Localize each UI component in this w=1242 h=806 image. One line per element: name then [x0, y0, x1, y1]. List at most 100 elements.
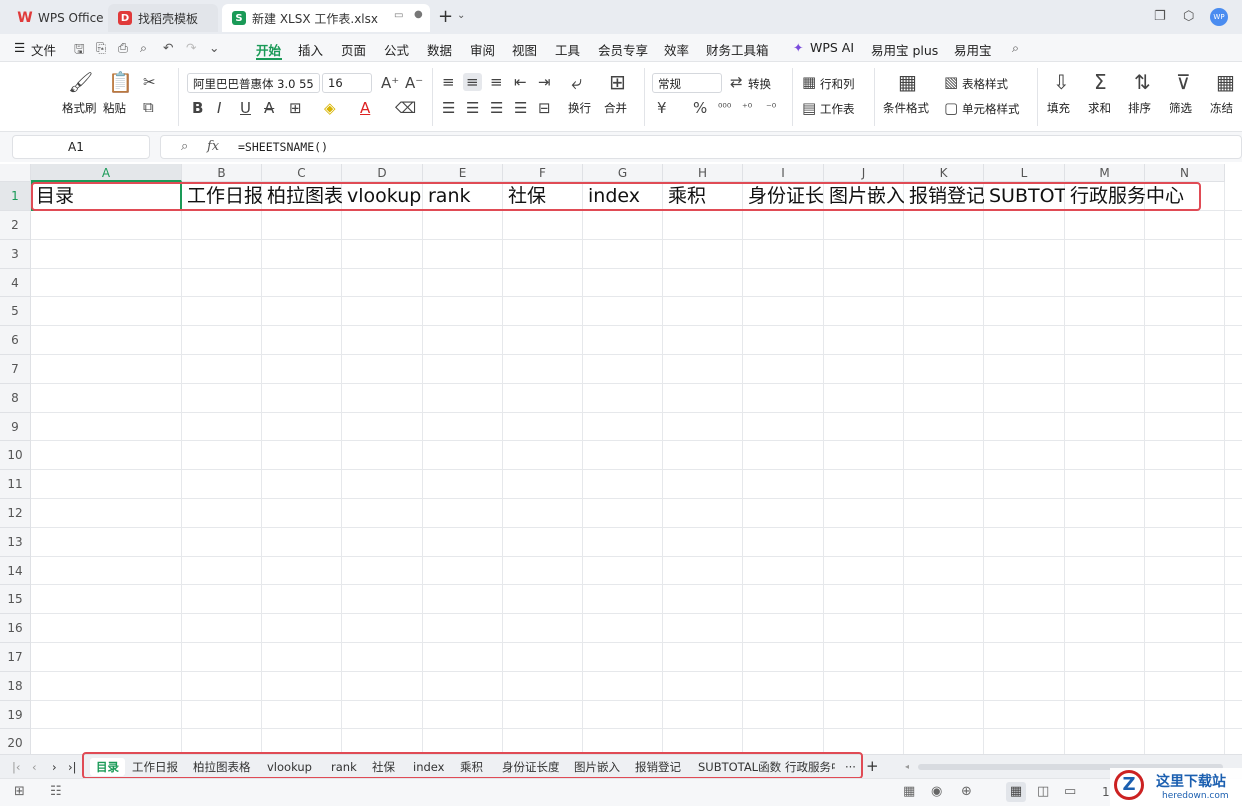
- sum-button[interactable]: 求和: [1088, 100, 1111, 116]
- row-header-17[interactable]: 17: [0, 643, 31, 672]
- align-middle-icon[interactable]: ≡: [463, 73, 482, 91]
- column-header-e[interactable]: E: [423, 164, 503, 182]
- filter-icon[interactable]: ⊽: [1176, 72, 1191, 92]
- page-break-icon[interactable]: ▭: [1064, 784, 1076, 799]
- scroll-left-icon[interactable]: ◂: [905, 758, 909, 776]
- last-sheet-icon[interactable]: ›|: [68, 758, 76, 776]
- cell-style-icon[interactable]: ▢: [944, 100, 958, 116]
- row-header-13[interactable]: 13: [0, 527, 31, 557]
- freeze-icon[interactable]: ▦: [1216, 72, 1235, 92]
- column-header-f[interactable]: F: [503, 164, 583, 182]
- number-format-select[interactable]: 常规: [652, 73, 722, 93]
- column-header-a[interactable]: A: [31, 164, 182, 182]
- row-header-9[interactable]: 9: [0, 412, 31, 442]
- currency-button[interactable]: ¥: [657, 100, 667, 116]
- column-header-k[interactable]: K: [904, 164, 984, 182]
- unsaved-dot-icon[interactable]: ●: [414, 9, 423, 20]
- align-bottom-icon[interactable]: ≡: [490, 74, 503, 90]
- column-header-i[interactable]: I: [743, 164, 824, 182]
- align-right-icon[interactable]: ☰: [490, 100, 503, 116]
- tab-yiyongbao[interactable]: 易用宝: [954, 40, 992, 59]
- column-header-m[interactable]: M: [1065, 164, 1145, 182]
- table-style-button[interactable]: 表格样式: [962, 76, 1008, 92]
- border-icon[interactable]: ⊞: [289, 100, 302, 116]
- monitor-icon[interactable]: ▭: [394, 10, 403, 21]
- zoom-level[interactable]: 1: [1102, 785, 1110, 799]
- decimal-decrease-icon[interactable]: ⁻⁰: [766, 100, 776, 116]
- wrap-button[interactable]: 换行: [568, 100, 591, 116]
- formula-input[interactable]: =SHEETSNAME(): [238, 140, 328, 154]
- tab-view[interactable]: 视图: [512, 40, 537, 59]
- italic-button[interactable]: I: [217, 100, 221, 116]
- tab-finance-tools[interactable]: 财务工具箱: [706, 40, 769, 59]
- format-painter-icon[interactable]: 🖌: [68, 72, 93, 92]
- print-preview-icon[interactable]: ⌕: [140, 40, 147, 56]
- grid-settings-icon[interactable]: ▦: [903, 784, 915, 799]
- tab-wps-ai[interactable]: WPS AI: [810, 40, 854, 55]
- row-header-18[interactable]: 18: [0, 671, 31, 701]
- tab-home[interactable]: 开始: [256, 40, 281, 59]
- prev-sheet-icon[interactable]: ‹: [32, 758, 37, 776]
- first-sheet-icon[interactable]: |‹: [12, 758, 20, 776]
- row-header-4[interactable]: 4: [0, 268, 31, 298]
- row-header-16[interactable]: 16: [0, 614, 31, 643]
- align-left-icon[interactable]: ☰: [442, 100, 455, 116]
- fx-icon[interactable]: fx: [207, 139, 219, 154]
- fill-icon[interactable]: ⇩: [1053, 72, 1070, 92]
- tab-wps-office[interactable]: W WPS Office: [8, 4, 104, 32]
- conditional-format-icon[interactable]: ▦: [898, 72, 917, 92]
- tab-efficiency[interactable]: 效率: [664, 40, 689, 59]
- tab-page[interactable]: 页面: [341, 40, 366, 59]
- redo-icon[interactable]: ↷: [186, 40, 196, 55]
- column-header-n[interactable]: N: [1145, 164, 1225, 182]
- sort-icon[interactable]: ⇅: [1134, 72, 1151, 92]
- row-header-6[interactable]: 6: [0, 326, 31, 355]
- font-name-select[interactable]: 阿里巴巴普惠体 3.0 55: [187, 73, 320, 93]
- convert-icon[interactable]: ⇄: [730, 74, 743, 90]
- column-header-g[interactable]: G: [583, 164, 663, 182]
- fill-color-icon[interactable]: ◈: [324, 100, 336, 116]
- print-icon[interactable]: ⎙: [118, 40, 128, 56]
- tab-tools[interactable]: 工具: [555, 40, 580, 59]
- convert-button[interactable]: 转换: [748, 76, 771, 92]
- indent-increase-icon[interactable]: ⇥: [538, 74, 551, 90]
- hamburger-icon[interactable]: ☰: [14, 40, 25, 55]
- align-top-icon[interactable]: ≡: [442, 74, 455, 90]
- row-header-12[interactable]: 12: [0, 499, 31, 528]
- worksheet-button[interactable]: 工作表: [820, 101, 855, 117]
- column-header-d[interactable]: D: [342, 164, 423, 182]
- file-menu[interactable]: 文件: [31, 40, 56, 59]
- format-painter-button[interactable]: 格式刷: [62, 100, 97, 116]
- select-all-corner[interactable]: [0, 164, 31, 182]
- tab-workbook[interactable]: S 新建 XLSX 工作表.xlsx ▭ ●: [222, 4, 430, 32]
- zoom-icon[interactable]: ⌕: [181, 139, 188, 154]
- worksheet-icon[interactable]: ▤: [802, 100, 816, 116]
- avatar[interactable]: WP: [1210, 8, 1228, 26]
- merge-button[interactable]: 合并: [604, 100, 627, 116]
- row-header-8[interactable]: 8: [0, 383, 31, 413]
- row-header-2[interactable]: 2: [0, 211, 31, 240]
- copy-icon[interactable]: ⧉: [143, 99, 154, 115]
- align-center-icon[interactable]: ☰: [466, 100, 479, 116]
- row-header-15[interactable]: 15: [0, 585, 31, 615]
- next-sheet-icon[interactable]: ›: [52, 758, 57, 776]
- font-color-icon[interactable]: A: [360, 100, 370, 116]
- thousands-icon[interactable]: ⁰⁰⁰: [718, 100, 731, 116]
- cube-icon[interactable]: ⬡: [1183, 9, 1194, 24]
- freeze-button[interactable]: 冻结: [1210, 100, 1233, 116]
- font-shrink-icon[interactable]: A⁻: [405, 75, 423, 91]
- cut-icon[interactable]: ✂: [143, 74, 156, 90]
- row-header-5[interactable]: 5: [0, 297, 31, 327]
- page-layout-icon[interactable]: ◫: [1037, 784, 1049, 799]
- sheet-list-icon[interactable]: ☷: [50, 784, 62, 799]
- column-header-l[interactable]: L: [984, 164, 1065, 182]
- row-header-19[interactable]: 19: [0, 700, 31, 730]
- row-header-14[interactable]: 14: [0, 556, 31, 586]
- search-icon[interactable]: ⌕: [1012, 40, 1019, 56]
- percent-button[interactable]: %: [693, 100, 707, 116]
- distribute-icon[interactable]: ⊟: [538, 100, 551, 116]
- decimal-increase-icon[interactable]: ⁺⁰: [742, 100, 752, 116]
- export-icon[interactable]: ⎘: [96, 40, 106, 56]
- column-header-b[interactable]: B: [182, 164, 262, 182]
- tab-data[interactable]: 数据: [427, 40, 452, 59]
